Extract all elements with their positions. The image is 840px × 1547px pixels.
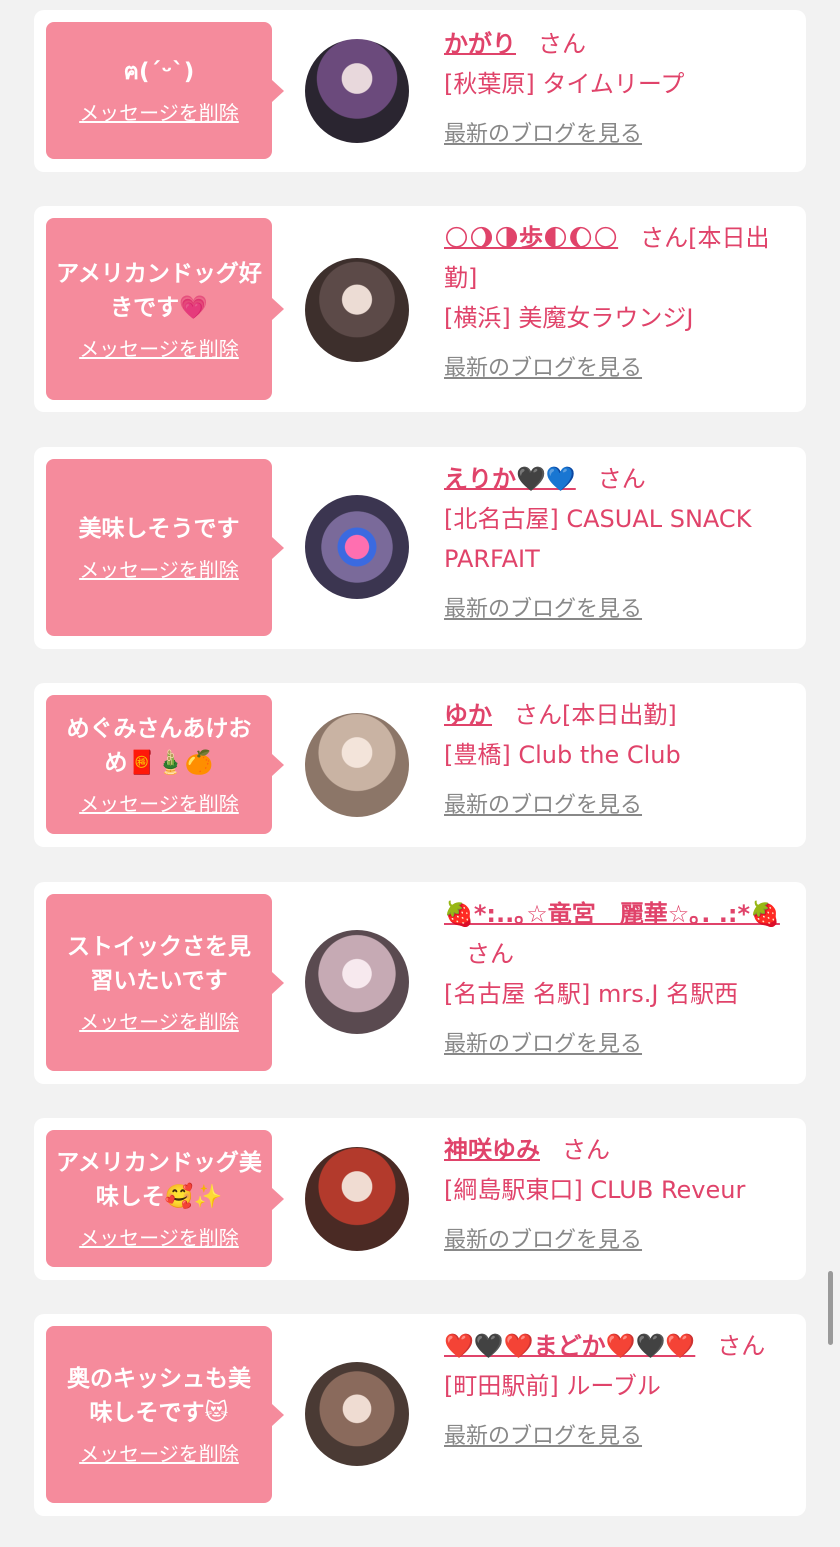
cast-info: ❤️🖤❤️まどか❤️🖤❤️ さん [町田駅前] ルーブル 最新のブログを見る [444, 1326, 796, 1450]
delete-message-link[interactable]: メッセージを削除 [79, 1222, 239, 1251]
cast-info: えりか🖤💙 さん [北名古屋] CASUAL SNACK PARFAIT 最新のブ… [444, 459, 796, 623]
latest-blog-link[interactable]: 最新のブログを見る [444, 787, 642, 819]
cast-name-link[interactable]: 🍓*:..｡☆竜宮 麗華☆｡. .:*🍓 [444, 900, 780, 928]
cast-info: 🌕🌖🌗歩🌓🌔🌕 さん[本日出勤] [横浜] 美魔女ラウンジJ 最新のブログを見る [444, 218, 796, 382]
cast-info: ゆか さん[本日出勤] [豊橋] Club the Club 最新のブログを見る [444, 695, 796, 819]
avatar[interactable] [305, 258, 409, 362]
avatar[interactable] [305, 713, 409, 817]
honorific: さん [466, 940, 514, 968]
shop-name: [名古屋 名駅] mrs.J 名駅西 [444, 980, 739, 1008]
message-card: ストイックさを見習いたいです メッセージを削除 🍓*:..｡☆竜宮 麗華☆｡. … [34, 882, 806, 1084]
cast-name-link[interactable]: 神咲ゆみ [444, 1136, 540, 1164]
message-text: ストイックさを見習いたいです [67, 934, 251, 994]
message-bubble: ストイックさを見習いたいです メッセージを削除 [46, 894, 284, 1071]
message-bubble: アメリカンドッグ美味しそ🥰✨ メッセージを削除 [46, 1130, 284, 1267]
latest-blog-link[interactable]: 最新のブログを見る [444, 1026, 642, 1058]
name-line: 🍓*:..｡☆竜宮 麗華☆｡. .:*🍓 さん [444, 894, 796, 974]
name-line: 🌕🌖🌗歩🌓🌔🌕 さん[本日出勤] [444, 218, 796, 298]
honorific: さん [717, 1332, 766, 1360]
cast-info: 神咲ゆみ さん [綱島駅東口] CLUB Reveur 最新のブログを見る [444, 1130, 796, 1254]
delete-message-link[interactable]: メッセージを削除 [79, 1438, 239, 1467]
message-text: めぐみさんあけおめ🧧🎍🍊 [66, 716, 252, 776]
latest-blog-link[interactable]: 最新のブログを見る [444, 350, 642, 382]
delete-message-link[interactable]: メッセージを削除 [79, 333, 239, 362]
message-text: 美味しそうです [78, 516, 240, 542]
message-card: めぐみさんあけおめ🧧🎍🍊 メッセージを削除 ゆか さん[本日出勤] [豊橋] Cl… [34, 683, 806, 847]
message-bubble: めぐみさんあけおめ🧧🎍🍊 メッセージを削除 [46, 695, 284, 834]
cast-info: かがり さん [秋葉原] タイムリープ 最新のブログを見る [444, 24, 796, 148]
honorific: さん [597, 465, 646, 493]
delete-message-link[interactable]: メッセージを削除 [79, 554, 239, 583]
attendance-tag: [本日出勤] [562, 701, 677, 729]
cast-name-link[interactable]: えりか🖤💙 [444, 465, 576, 493]
delete-message-link[interactable]: メッセージを削除 [79, 1006, 239, 1035]
latest-blog-link[interactable]: 最新のブログを見る [444, 591, 642, 623]
latest-blog-link[interactable]: 最新のブログを見る [444, 1222, 642, 1254]
shop-name: [秋葉原] タイムリープ [444, 70, 685, 98]
shop-name: [綱島駅東口] CLUB Reveur [444, 1176, 746, 1204]
avatar[interactable] [305, 1147, 409, 1251]
message-text: アメリカンドッグ好きです💗 [56, 260, 262, 321]
avatar[interactable] [305, 1362, 409, 1466]
message-text: アメリカンドッグ美味しそ🥰✨ [56, 1150, 262, 1210]
message-card: ฅ(ˊᵕˋ) メッセージを削除 かがり さん [秋葉原] タイムリープ 最新のブロ… [34, 10, 806, 172]
message-bubble: 美味しそうです メッセージを削除 [46, 459, 284, 636]
avatar[interactable] [305, 39, 409, 143]
message-bubble: 奥のキッシュも美味しそです😻 メッセージを削除 [46, 1326, 284, 1503]
message-card: 奥のキッシュも美味しそです😻 メッセージを削除 ❤️🖤❤️まどか❤️🖤❤️ さん … [34, 1314, 806, 1516]
cast-name-link[interactable]: 🌕🌖🌗歩🌓🌔🌕 [444, 224, 618, 252]
message-text: ฅ(ˊᵕˋ) [123, 59, 195, 85]
shop-name: [豊橋] Club the Club [444, 741, 681, 769]
message-bubble: アメリカンドッグ好きです💗 メッセージを削除 [46, 218, 284, 400]
message-card: アメリカンドッグ美味しそ🥰✨ メッセージを削除 神咲ゆみ さん [綱島駅東口] C… [34, 1118, 806, 1280]
avatar[interactable] [305, 495, 409, 599]
message-bubble: ฅ(ˊᵕˋ) メッセージを削除 [46, 22, 284, 159]
message-text: 奥のキッシュも美味しそです😻 [67, 1366, 251, 1426]
latest-blog-link[interactable]: 最新のブログを見る [444, 116, 642, 148]
honorific: さん [640, 224, 689, 252]
name-line: ゆか さん[本日出勤] [444, 695, 796, 735]
honorific: さん [562, 1136, 610, 1164]
message-card: 美味しそうです メッセージを削除 えりか🖤💙 さん [北名古屋] CASUAL S… [34, 447, 806, 649]
name-line: かがり さん [444, 24, 796, 64]
scrollbar[interactable] [828, 1271, 833, 1345]
name-line: 神咲ゆみ さん [444, 1130, 796, 1170]
name-line: えりか🖤💙 さん [444, 459, 796, 499]
cast-name-link[interactable]: ❤️🖤❤️まどか❤️🖤❤️ [444, 1332, 695, 1360]
cast-info: 🍓*:..｡☆竜宮 麗華☆｡. .:*🍓 さん [名古屋 名駅] mrs.J 名駅… [444, 894, 796, 1058]
honorific: さん [514, 701, 562, 729]
shop-name: [横浜] 美魔女ラウンジJ [444, 304, 694, 332]
delete-message-link[interactable]: メッセージを削除 [79, 97, 239, 126]
name-line: ❤️🖤❤️まどか❤️🖤❤️ さん [444, 1326, 796, 1366]
avatar[interactable] [305, 930, 409, 1034]
delete-message-link[interactable]: メッセージを削除 [79, 788, 239, 817]
honorific: さん [538, 30, 586, 58]
shop-name: [町田駅前] ルーブル [444, 1372, 661, 1400]
latest-blog-link[interactable]: 最新のブログを見る [444, 1418, 642, 1450]
shop-name: [北名古屋] CASUAL SNACK PARFAIT [444, 505, 752, 573]
message-card: アメリカンドッグ好きです💗 メッセージを削除 🌕🌖🌗歩🌓🌔🌕 さん[本日出勤] [… [34, 206, 806, 412]
cast-name-link[interactable]: かがり [444, 30, 516, 58]
cast-name-link[interactable]: ゆか [444, 701, 492, 729]
